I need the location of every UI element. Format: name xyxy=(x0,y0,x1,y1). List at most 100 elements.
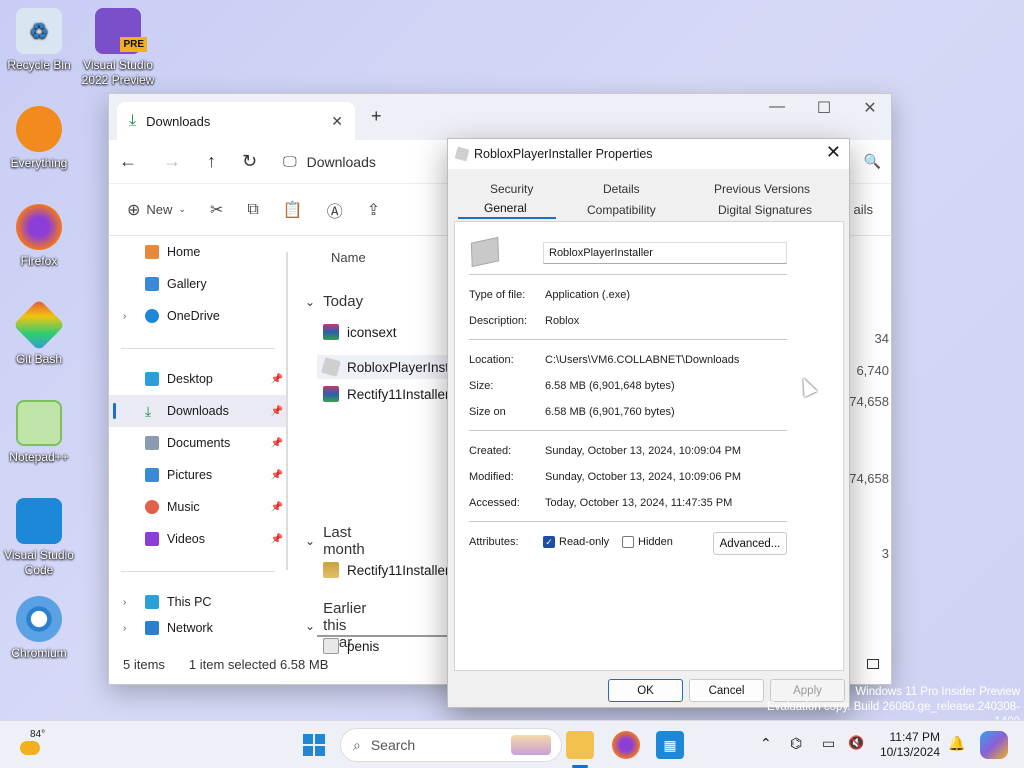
pane-splitter[interactable] xyxy=(286,252,288,570)
row-label: Attributes: xyxy=(469,536,519,548)
chevron-right-icon[interactable]: › xyxy=(123,597,126,608)
desktop-icon-chromium[interactable]: Chromium xyxy=(1,596,77,661)
system-clock[interactable]: 11:47 PM 10/13/2024 xyxy=(878,730,940,760)
network-icon[interactable]: ⌬ xyxy=(790,735,802,752)
view-toggle-icon[interactable] xyxy=(867,659,879,669)
breadcrumb[interactable]: 🖵 Downloads xyxy=(283,153,376,170)
list-item[interactable]: Rectify11Installer xyxy=(323,386,450,402)
tab-security[interactable]: Security xyxy=(490,182,533,196)
copy-icon[interactable]: ⧉ xyxy=(247,201,258,219)
desktop-icon-vscode[interactable]: Visual Studio Code xyxy=(1,498,77,578)
chevron-down-icon: ⌄ xyxy=(178,204,186,214)
list-item-selected[interactable]: RobloxPlayerInsta xyxy=(317,355,463,379)
weather-icon xyxy=(20,741,40,755)
tab-details[interactable]: Details xyxy=(603,182,640,196)
new-tab-button[interactable]: + xyxy=(371,106,382,127)
minimize-button[interactable]: — xyxy=(754,98,800,116)
share-icon[interactable]: ⇪ xyxy=(367,200,380,220)
group-header-last-month[interactable]: ⌄ Last month xyxy=(305,524,365,558)
desktop-icon-recycle-bin[interactable]: ♻ Recycle Bin xyxy=(1,8,77,73)
column-header-name[interactable]: Name xyxy=(331,250,366,265)
list-item[interactable]: iconsext xyxy=(323,324,397,340)
refresh-button[interactable]: ↻ xyxy=(242,151,257,172)
list-scrollbar[interactable] xyxy=(317,635,447,637)
group-header-today[interactable]: ⌄ Today xyxy=(305,293,363,310)
sidebar-item-label: Documents xyxy=(167,436,231,450)
taskbar-app[interactable]: ▦ xyxy=(656,731,684,759)
paste-icon[interactable]: 📋 xyxy=(283,200,303,220)
desktop-icon-firefox[interactable]: Firefox xyxy=(1,204,77,269)
tab-digital-signatures[interactable]: Digital Signatures xyxy=(718,203,812,217)
up-button[interactable]: ↑ xyxy=(207,151,216,172)
sidebar-item-label: Desktop xyxy=(167,372,213,386)
filename-field[interactable]: RobloxPlayerInstaller xyxy=(543,242,787,264)
row-value: C:\Users\VM6.COLLABNET\Downloads xyxy=(545,354,740,366)
advanced-button[interactable]: Advanced... xyxy=(713,532,787,555)
sidebar-item-thispc[interactable]: › This PC xyxy=(109,586,287,618)
taskbar-firefox[interactable] xyxy=(612,731,640,759)
sidebar-item-label: Music xyxy=(167,500,200,514)
tab-general[interactable]: General xyxy=(484,201,527,215)
sidebar-item-gallery[interactable]: Gallery xyxy=(109,268,287,300)
sidebar-item-onedrive[interactable]: › OneDrive xyxy=(109,300,287,332)
tab-compatibility[interactable]: Compatibility xyxy=(587,203,656,217)
separator xyxy=(469,521,787,522)
maximize-button[interactable]: ☐ xyxy=(801,98,847,118)
row-size-on-disk: Size on 6.58 MB (6,901,760 bytes) xyxy=(469,406,675,418)
close-tab-icon[interactable]: ✕ xyxy=(331,113,343,130)
desktop-icon-notepadpp[interactable]: Notepad++ xyxy=(1,400,77,465)
notepadpp-icon xyxy=(16,400,62,446)
breadcrumb-downloads[interactable]: Downloads xyxy=(307,154,376,170)
sidebar-item-label: Downloads xyxy=(167,404,229,418)
sidebar-item-network[interactable]: › Network xyxy=(109,618,287,638)
desktop-icon-git-bash[interactable]: Git Bash xyxy=(1,298,77,367)
taskbar-file-explorer[interactable] xyxy=(566,731,594,759)
forward-button[interactable]: → xyxy=(163,151,181,172)
sidebar-item-home[interactable]: Home xyxy=(109,236,287,268)
display-icon[interactable]: ▭ xyxy=(822,735,835,752)
notification-bell-icon[interactable]: 🔔 xyxy=(948,735,965,752)
taskbar-search[interactable]: ⌕ Search xyxy=(340,728,562,762)
sidebar-item-music[interactable]: Music 📌 xyxy=(109,491,287,523)
start-button[interactable] xyxy=(300,731,328,759)
sidebar-item-label: Gallery xyxy=(167,277,207,291)
file-name: penis xyxy=(347,638,380,654)
explorer-titlebar: ⤓ Downloads ✕ + — ☐ ✕ xyxy=(109,94,891,140)
tab-downloads[interactable]: ⤓ Downloads ✕ xyxy=(117,102,355,140)
details-button[interactable]: ails xyxy=(853,202,873,217)
pin-icon: 📌 xyxy=(270,469,283,481)
back-button[interactable]: ← xyxy=(119,151,137,172)
download-icon: ⤓ xyxy=(145,402,152,419)
chevron-right-icon[interactable]: › xyxy=(123,311,126,322)
close-window-button[interactable]: ✕ xyxy=(847,98,893,118)
download-icon: ⤓ xyxy=(129,112,137,129)
desktop-icon-visual-studio-preview[interactable]: PRE Visual Studio 2022 Preview xyxy=(80,8,156,88)
readonly-checkbox[interactable]: ✓ Read-only xyxy=(543,536,609,548)
desktop-icon-everything[interactable]: Everything xyxy=(1,106,77,171)
list-item[interactable]: Rectify11Installer xyxy=(323,562,450,578)
file-name: iconsext xyxy=(347,324,397,340)
separator xyxy=(469,339,787,340)
gallery-icon xyxy=(145,277,159,291)
sidebar-item-videos[interactable]: Videos 📌 xyxy=(109,523,287,555)
weather-widget[interactable]: 84° xyxy=(18,729,54,763)
item-count: 5 items xyxy=(123,657,165,672)
ok-button[interactable]: OK xyxy=(608,679,683,702)
sound-muted-icon[interactable]: 🔇 xyxy=(848,735,864,751)
archive-icon xyxy=(323,324,339,340)
sidebar-item-downloads[interactable]: ⤓ Downloads 📌 xyxy=(109,395,287,427)
rename-icon[interactable]: Ⓐ xyxy=(327,198,343,222)
sidebar-item-desktop[interactable]: Desktop 📌 xyxy=(109,363,287,395)
chevron-right-icon[interactable]: › xyxy=(123,623,126,634)
search-icon[interactable]: 🔍 xyxy=(864,153,881,170)
copilot-button[interactable] xyxy=(980,731,1008,759)
hidden-checkbox[interactable]: Hidden xyxy=(622,536,673,548)
tab-previous-versions[interactable]: Previous Versions xyxy=(714,182,810,196)
sidebar-item-pictures[interactable]: Pictures 📌 xyxy=(109,459,287,491)
new-button[interactable]: ⊕ New ⌄ xyxy=(127,200,186,220)
cut-icon[interactable]: ✂ xyxy=(210,200,223,220)
close-dialog-button[interactable]: ✕ xyxy=(826,142,841,163)
chevron-up-icon[interactable]: ⌃ xyxy=(760,735,772,752)
list-item[interactable]: penis xyxy=(323,638,379,654)
sidebar-item-documents[interactable]: Documents 📌 xyxy=(109,427,287,459)
